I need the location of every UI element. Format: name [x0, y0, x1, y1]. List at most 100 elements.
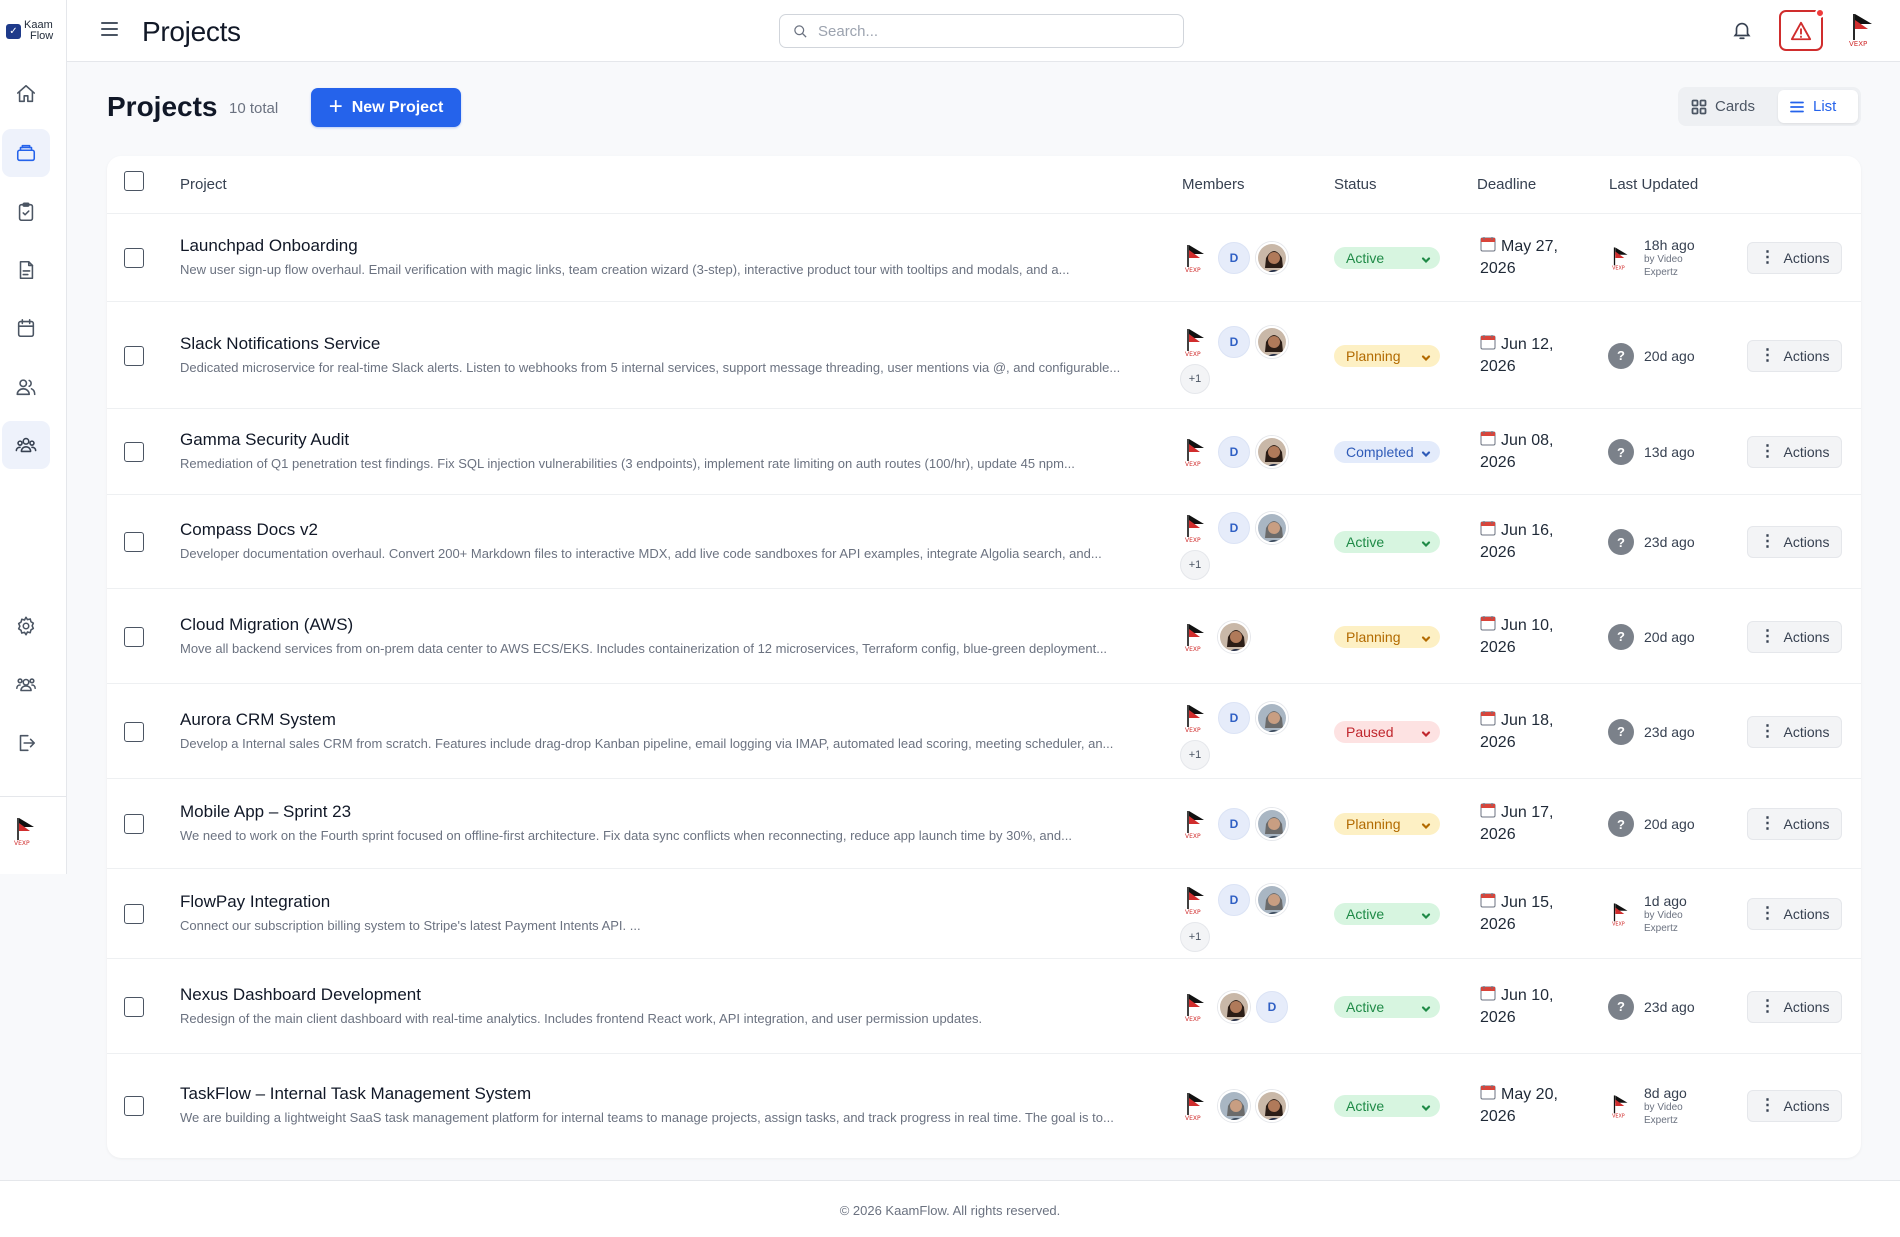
- table-row[interactable]: Aurora CRM System Develop a Internal sal…: [107, 684, 1861, 779]
- member-avatar[interactable]: [1256, 701, 1288, 734]
- member-avatar[interactable]: D: [1218, 242, 1250, 274]
- app-logo[interactable]: ✓ Kaam Flow: [6, 20, 53, 42]
- more-members-badge[interactable]: +1: [1180, 550, 1210, 580]
- member-avatar[interactable]: [1218, 990, 1250, 1023]
- member-avatar[interactable]: VEXP: [1180, 242, 1212, 274]
- view-cards-button[interactable]: Cards: [1680, 90, 1766, 123]
- member-avatar[interactable]: D: [1218, 512, 1250, 544]
- row-checkbox[interactable]: [124, 1096, 144, 1116]
- menu-icon[interactable]: [101, 22, 118, 40]
- sidebar-item-groups[interactable]: [2, 661, 50, 709]
- row-actions-button[interactable]: ⋮ Actions: [1747, 898, 1842, 930]
- member-avatar[interactable]: D: [1256, 990, 1288, 1023]
- sidebar-item-settings[interactable]: [2, 602, 50, 650]
- project-name[interactable]: Mobile App – Sprint 23: [180, 802, 351, 822]
- row-actions-button[interactable]: ⋮ Actions: [1747, 1090, 1842, 1122]
- status-dropdown[interactable]: Planning: [1334, 344, 1440, 367]
- status-dropdown[interactable]: Active: [1334, 1095, 1440, 1117]
- member-avatar[interactable]: D: [1218, 884, 1250, 916]
- member-avatar[interactable]: VEXP: [1180, 701, 1212, 734]
- project-name[interactable]: Aurora CRM System: [180, 710, 336, 730]
- more-members-badge[interactable]: +1: [1180, 739, 1210, 770]
- project-name[interactable]: FlowPay Integration: [180, 892, 330, 912]
- alerts-button[interactable]: [1779, 8, 1825, 51]
- table-row[interactable]: Cloud Migration (AWS) Move all backend s…: [107, 589, 1861, 684]
- status-dropdown[interactable]: Planning: [1334, 625, 1440, 648]
- member-avatar[interactable]: D: [1218, 701, 1250, 734]
- project-name[interactable]: Launchpad Onboarding: [180, 236, 358, 256]
- search-input[interactable]: [818, 21, 1168, 41]
- table-row[interactable]: Compass Docs v2 Developer documentation …: [107, 495, 1861, 589]
- row-checkbox[interactable]: [124, 532, 144, 552]
- row-checkbox[interactable]: [124, 904, 144, 924]
- row-actions-button[interactable]: ⋮ Actions: [1747, 715, 1842, 748]
- search-box[interactable]: [779, 14, 1184, 48]
- project-name[interactable]: Gamma Security Audit: [180, 430, 349, 450]
- row-checkbox[interactable]: [124, 345, 144, 366]
- member-avatar[interactable]: D: [1218, 808, 1250, 840]
- table-row[interactable]: TaskFlow – Internal Task Management Syst…: [107, 1054, 1861, 1158]
- sidebar-item-calendar[interactable]: [2, 304, 50, 352]
- member-avatar[interactable]: [1218, 1090, 1250, 1122]
- sidebar-item-teams[interactable]: [2, 421, 50, 469]
- table-row[interactable]: FlowPay Integration Connect our subscrip…: [107, 869, 1861, 959]
- row-checkbox[interactable]: [124, 442, 144, 462]
- project-name[interactable]: TaskFlow – Internal Task Management Syst…: [180, 1084, 531, 1104]
- status-dropdown[interactable]: Completed: [1334, 441, 1440, 463]
- member-avatar[interactable]: [1256, 808, 1288, 840]
- row-checkbox[interactable]: [124, 626, 144, 647]
- member-avatar[interactable]: VEXP: [1180, 1090, 1212, 1122]
- project-name[interactable]: Cloud Migration (AWS): [180, 615, 353, 635]
- row-checkbox[interactable]: [124, 248, 144, 268]
- sidebar-item-projects[interactable]: [2, 129, 50, 177]
- row-checkbox[interactable]: [124, 814, 144, 834]
- row-checkbox[interactable]: [124, 996, 144, 1017]
- sidebar-item-documents[interactable]: [2, 246, 50, 294]
- row-checkbox[interactable]: [124, 721, 144, 742]
- row-actions-button[interactable]: ⋮ Actions: [1747, 436, 1842, 468]
- member-avatar[interactable]: VEXP: [1180, 808, 1212, 840]
- member-avatar[interactable]: VEXP: [1180, 325, 1212, 358]
- member-avatar[interactable]: VEXP: [1180, 990, 1212, 1023]
- member-avatar[interactable]: [1256, 242, 1288, 274]
- member-avatar[interactable]: VEXP: [1180, 620, 1212, 653]
- member-avatar[interactable]: [1256, 325, 1288, 358]
- member-avatar[interactable]: VEXP: [1180, 512, 1212, 544]
- member-avatar[interactable]: VEXP: [1180, 884, 1212, 916]
- table-row[interactable]: Slack Notifications Service Dedicated mi…: [107, 302, 1861, 409]
- more-members-badge[interactable]: +1: [1180, 363, 1210, 394]
- member-avatar[interactable]: [1256, 884, 1288, 916]
- status-dropdown[interactable]: Active: [1334, 995, 1440, 1018]
- status-dropdown[interactable]: Paused: [1334, 720, 1440, 743]
- row-actions-button[interactable]: ⋮ Actions: [1747, 990, 1842, 1023]
- member-avatar[interactable]: VEXP: [1180, 436, 1212, 468]
- table-row[interactable]: Nexus Dashboard Development Redesign of …: [107, 959, 1861, 1054]
- member-avatar[interactable]: [1256, 1090, 1288, 1122]
- table-row[interactable]: Launchpad Onboarding New user sign-up fl…: [107, 214, 1861, 302]
- row-actions-button[interactable]: ⋮ Actions: [1747, 339, 1842, 372]
- project-name[interactable]: Nexus Dashboard Development: [180, 985, 421, 1005]
- sidebar-item-tasks[interactable]: [2, 188, 50, 236]
- row-actions-button[interactable]: ⋮ Actions: [1747, 242, 1842, 274]
- status-dropdown[interactable]: Active: [1334, 903, 1440, 925]
- status-dropdown[interactable]: Active: [1334, 531, 1440, 553]
- member-avatar[interactable]: [1256, 512, 1288, 544]
- sidebar-item-home[interactable]: [2, 70, 50, 118]
- select-all-checkbox[interactable]: [124, 171, 144, 191]
- row-actions-button[interactable]: ⋮ Actions: [1747, 620, 1842, 653]
- member-avatar[interactable]: [1256, 436, 1288, 468]
- notifications-button[interactable]: [1731, 19, 1753, 43]
- status-dropdown[interactable]: Active: [1334, 247, 1440, 269]
- table-row[interactable]: Gamma Security Audit Remediation of Q1 p…: [107, 409, 1861, 495]
- view-list-button[interactable]: List: [1778, 90, 1858, 123]
- status-dropdown[interactable]: Planning: [1334, 813, 1440, 835]
- sidebar-user-avatar[interactable]: VEXP: [10, 814, 42, 848]
- table-row[interactable]: Mobile App – Sprint 23 We need to work o…: [107, 779, 1861, 869]
- project-name[interactable]: Compass Docs v2: [180, 520, 318, 540]
- member-avatar[interactable]: [1218, 620, 1250, 653]
- row-actions-button[interactable]: ⋮ Actions: [1747, 808, 1842, 840]
- row-actions-button[interactable]: ⋮ Actions: [1747, 526, 1842, 558]
- member-avatar[interactable]: D: [1218, 325, 1250, 358]
- more-members-badge[interactable]: +1: [1180, 922, 1210, 952]
- member-avatar[interactable]: D: [1218, 436, 1250, 468]
